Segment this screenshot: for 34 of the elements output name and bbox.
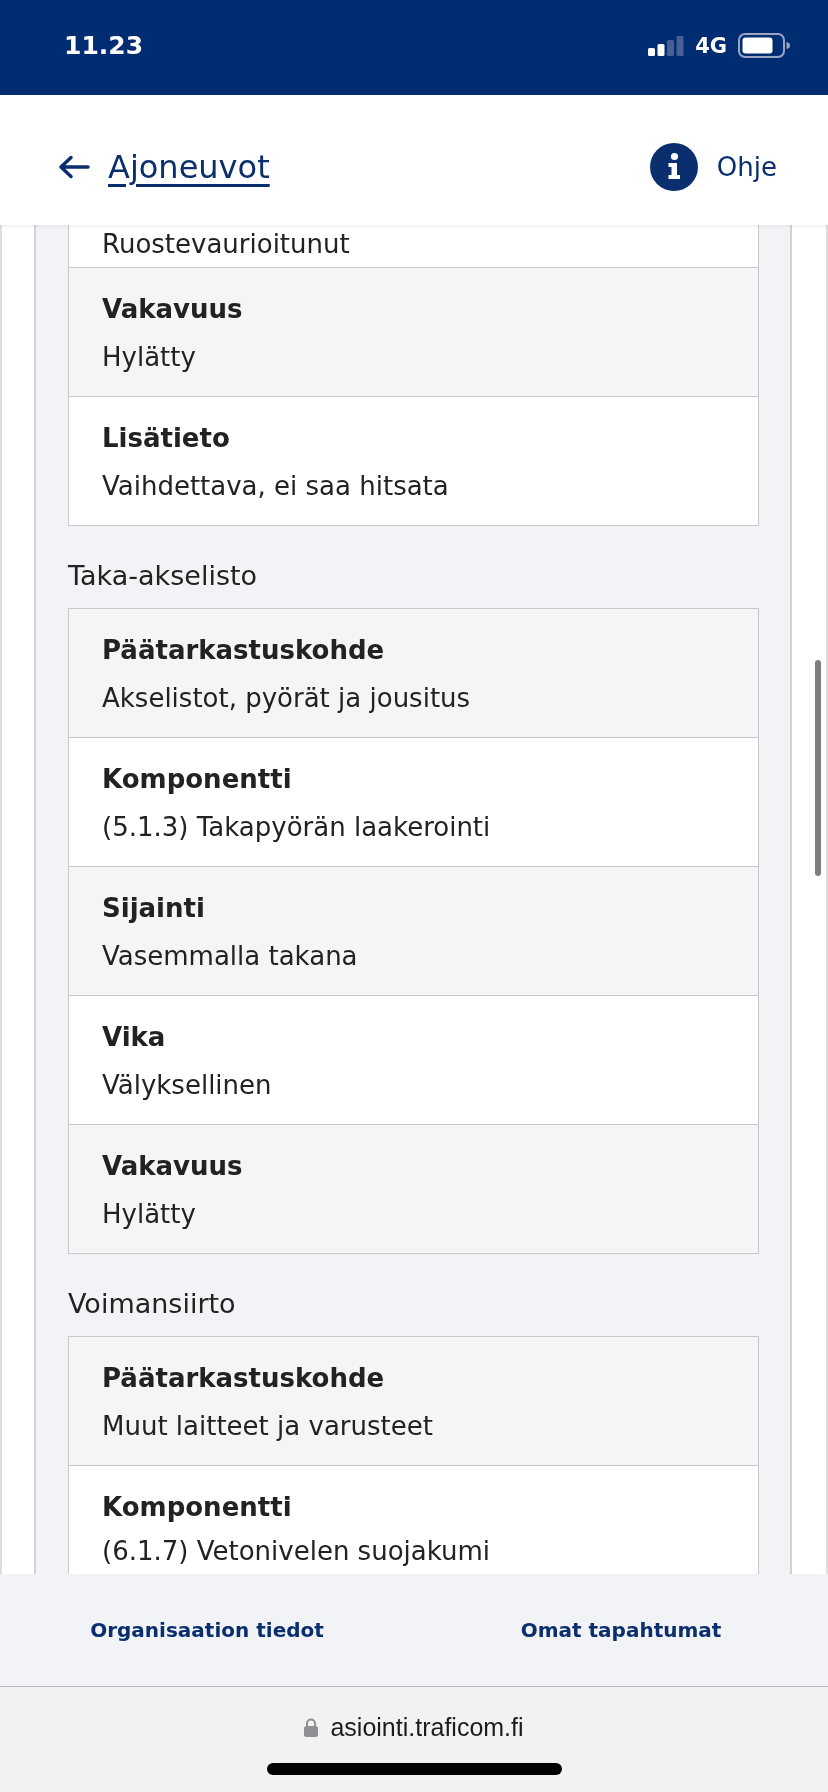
arrow-left-icon	[58, 155, 90, 179]
scrollbar-thumb[interactable]	[815, 660, 821, 876]
field-value: Hylätty	[102, 1198, 197, 1231]
field-value: (5.1.3) Takapyörän laakerointi	[102, 811, 492, 844]
lock-icon	[304, 1717, 319, 1737]
field-value: Välyksellinen	[102, 1069, 273, 1102]
field-label: Komponentti	[102, 1491, 293, 1524]
field-label: Vakavuus	[102, 1150, 244, 1183]
field-label: Päätarkastuskohde	[102, 1362, 386, 1395]
info-icon	[649, 143, 698, 191]
battery-icon	[738, 33, 790, 58]
footer-link[interactable]: Omat tapahtumat	[520, 1618, 722, 1642]
url-text[interactable]: asiointi.traficom.fi	[330, 1712, 524, 1742]
signal-icon	[648, 35, 685, 56]
field-value: Vasemmalla takana	[102, 940, 359, 973]
field-value: (6.1.7) Vetonivelen suojakumi	[102, 1535, 491, 1567]
field-value: Muut laitteet ja varusteet	[102, 1410, 434, 1443]
field-label: Komponentti	[102, 763, 293, 796]
section-heading: Taka-akselisto	[68, 559, 259, 593]
field-label: Vakavuus	[102, 293, 244, 326]
footer-link[interactable]: Organisaation tiedot	[90, 1618, 324, 1642]
network-label: 4G	[695, 33, 727, 58]
field-label: Lisätieto	[102, 422, 231, 455]
field-label: Vika	[102, 1021, 167, 1054]
status-time: 11.23	[64, 31, 144, 60]
field-value: Vaihdettava, ei saa hitsata	[102, 470, 450, 503]
field-value: Akselistot, pyörät ja jousitus	[102, 682, 472, 715]
field-label: Sijainti	[102, 892, 206, 925]
back-link[interactable]: Ajoneuvot	[58, 148, 270, 186]
field-label: Päätarkastuskohde	[102, 634, 386, 667]
section-heading: Voimansiirto	[68, 1287, 237, 1321]
field-value: Hylätty	[102, 341, 197, 374]
help-link[interactable]: Ohje	[649, 143, 777, 191]
field-value: Ruostevaurioitunut	[102, 228, 351, 260]
